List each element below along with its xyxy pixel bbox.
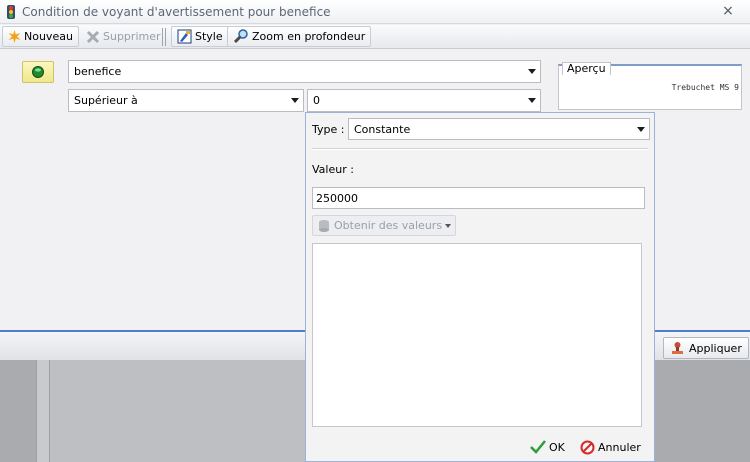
type-label: Type : (312, 123, 345, 136)
apply-button[interactable]: Appliquer (663, 337, 749, 359)
window-title: Condition de voyant d'avertissement pour… (22, 5, 331, 19)
value-input[interactable]: 250000 (312, 187, 645, 209)
chevron-down-icon (445, 223, 452, 228)
stamp-icon (672, 341, 683, 354)
cancel-button-label: Annuler (598, 440, 641, 454)
chevron-down-icon[interactable] (528, 98, 536, 103)
preview-font-text: Trebuchet MS 9 (671, 83, 739, 92)
starburst-icon (8, 30, 21, 43)
new-button[interactable]: Nouveau (2, 26, 79, 47)
toolbar: Nouveau Supprimer Style Zoom en profonde… (0, 25, 750, 49)
popup-divider (312, 148, 648, 150)
field-select-value: benefice (74, 65, 122, 78)
scrollbar[interactable] (36, 360, 50, 462)
database-icon (319, 219, 329, 232)
zoom-button-label: Zoom en profondeur (252, 30, 366, 43)
field-select[interactable]: benefice (68, 60, 541, 83)
paintbrush-icon (177, 29, 192, 44)
value-label: Valeur : (312, 163, 354, 176)
traffic-light-icon (3, 4, 19, 20)
delete-button[interactable]: Supprimer (80, 26, 167, 47)
zoom-button[interactable]: Zoom en profondeur (227, 26, 372, 47)
close-icon[interactable]: × (720, 3, 736, 19)
cancel-button[interactable]: Annuler (580, 437, 641, 457)
obtain-values-label: Obtenir des valeurs (334, 219, 443, 232)
type-select-value: Constante (354, 123, 411, 136)
title-bar: Condition de voyant d'avertissement pour… (0, 0, 750, 24)
ok-button[interactable]: OK (530, 437, 565, 457)
operator-select[interactable]: Supérieur à (68, 89, 304, 112)
background-panel (50, 360, 308, 462)
type-select[interactable]: Constante (348, 118, 650, 140)
chevron-down-icon[interactable] (291, 98, 299, 103)
new-button-label: Nouveau (24, 30, 73, 43)
apply-button-label: Appliquer (689, 341, 742, 355)
operator-select-value: Supérieur à (74, 94, 138, 107)
checkmark-icon (530, 440, 546, 454)
ok-button-label: OK (549, 440, 565, 454)
preview-legend: Aperçu (562, 62, 611, 75)
value-select-value: 0 (313, 94, 320, 107)
magnifier-icon (233, 29, 248, 44)
green-light-icon (32, 66, 44, 78)
chevron-down-icon[interactable] (528, 69, 536, 74)
values-list[interactable] (312, 243, 642, 427)
style-button-label: Style (195, 30, 223, 43)
value-popup: Type : Constante Valeur : 250000 Obtenir… (305, 112, 655, 462)
obtain-values-button[interactable]: Obtenir des valeurs (312, 215, 457, 236)
dialog-window: Condition de voyant d'avertissement pour… (0, 0, 750, 462)
no-entry-icon (580, 440, 595, 454)
x-icon (86, 30, 100, 43)
style-button[interactable]: Style (171, 26, 229, 47)
indicator-light-button[interactable] (22, 61, 54, 83)
value-select[interactable]: 0 (307, 89, 541, 112)
toolbar-separator (162, 28, 166, 46)
chevron-down-icon[interactable] (637, 127, 645, 132)
delete-button-label: Supprimer (103, 30, 161, 43)
